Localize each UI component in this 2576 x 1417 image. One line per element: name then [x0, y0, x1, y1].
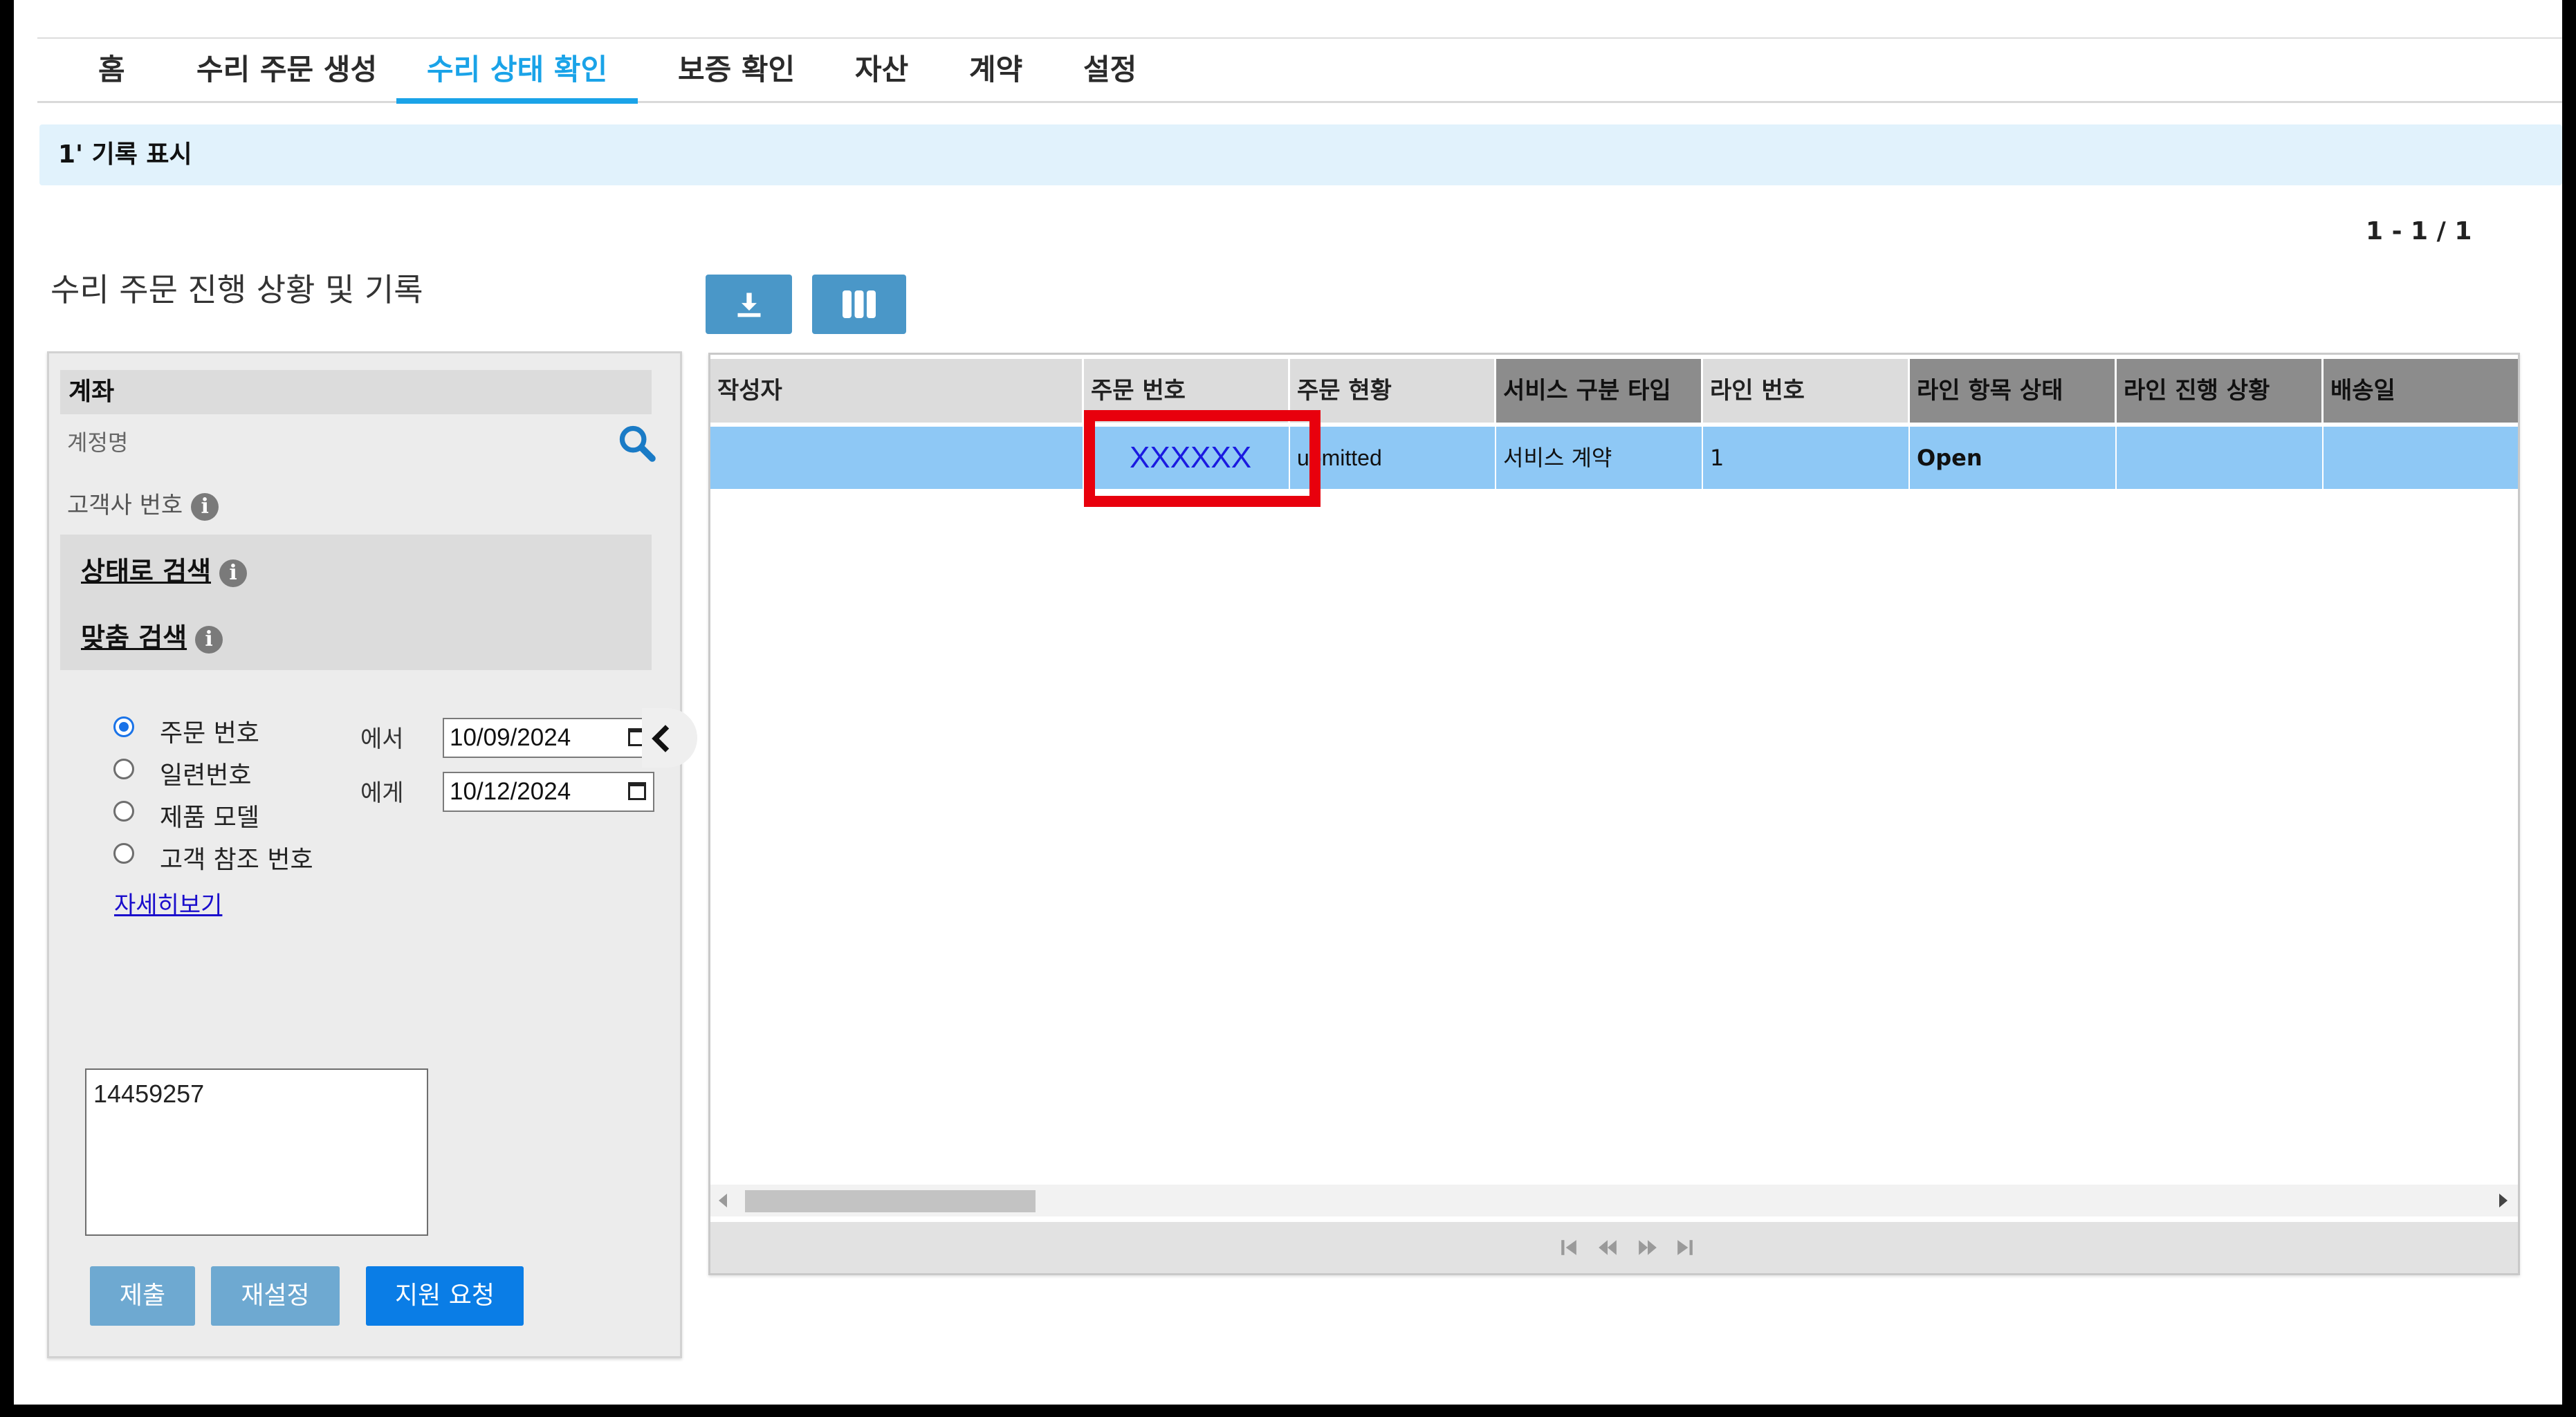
page-title: 수리 주문 진행 상황 및 기록: [50, 271, 423, 308]
customer-number-label: 고객사 번호: [67, 492, 183, 519]
table-row[interactable]: XXXXXX ubmitted 서비스 계약 1 Open: [710, 427, 2518, 489]
collapse-panel-button[interactable]: [642, 708, 697, 768]
column-header-ship-date[interactable]: 배송일: [2324, 359, 2518, 423]
first-page-icon[interactable]: [1560, 1239, 1578, 1257]
info-icon: i: [219, 559, 248, 587]
column-header-line-number[interactable]: 라인 번호: [1703, 359, 1908, 423]
columns-button[interactable]: [812, 275, 906, 334]
from-date-label: 에서: [360, 725, 404, 753]
download-button[interactable]: [706, 275, 792, 334]
grid-pagination: [710, 1222, 2518, 1273]
download-icon: [737, 293, 760, 317]
submit-button[interactable]: 제출: [90, 1266, 195, 1326]
scrollbar-thumb[interactable]: [745, 1190, 1036, 1212]
app-window: 홈 수리 주문 생성 수리 상태 확인 보증 확인 자산 계약 설정 1' 기록…: [14, 0, 2562, 1405]
filter-panel: 계좌 계정명 고객사 번호 i 상태로 검색 i 맞춤 검색 i 주문 번호 일련번호…: [47, 351, 682, 1358]
column-header-order-status[interactable]: 주문 현황: [1290, 359, 1494, 423]
tab-create-repair-order[interactable]: 수리 주문 생성: [196, 40, 377, 100]
cell-service-type: 서비스 계약: [1496, 427, 1703, 489]
account-header-label: 계좌: [68, 378, 115, 406]
column-header-line-progress[interactable]: 라인 진행 상황: [2117, 359, 2321, 423]
record-info-bar: 1' 기록 표시: [39, 124, 2562, 185]
from-date-value: 10/09/2024: [450, 724, 571, 751]
next-page-icon[interactable]: [1637, 1239, 1658, 1257]
cell-order-status: ubmitted: [1290, 427, 1496, 489]
radio-order-number[interactable]: [113, 716, 134, 737]
info-icon: i: [191, 492, 219, 521]
column-header-order-number[interactable]: 주문 번호: [1084, 359, 1288, 423]
support-request-button[interactable]: 지원 요청: [366, 1266, 524, 1326]
tab-contracts[interactable]: 계약: [969, 40, 1022, 100]
custom-search-link[interactable]: 맞춤 검색 i: [81, 616, 223, 654]
custom-search-label: 맞춤 검색: [81, 622, 187, 653]
tab-assets[interactable]: 자산: [855, 40, 908, 100]
radio-serial-number[interactable]: [113, 759, 134, 779]
to-date-label: 에게: [360, 779, 404, 807]
pager-summary: 1 - 1 / 1: [2366, 217, 2472, 246]
previous-page-icon[interactable]: [1597, 1239, 1618, 1257]
account-name-label: 계정명: [67, 429, 129, 456]
from-date-input[interactable]: 10/09/2024: [443, 718, 654, 758]
radio-product-model-label: 제품 모델: [160, 804, 259, 832]
to-date-value: 10/12/2024: [450, 778, 571, 805]
search-by-status-link[interactable]: 상태로 검색 i: [81, 550, 248, 588]
tab-warranty-check[interactable]: 보증 확인: [678, 40, 795, 100]
cell-ship-date: [2324, 427, 2518, 489]
tab-home[interactable]: 홈: [98, 40, 125, 100]
info-icon: i: [195, 625, 223, 654]
column-header-author[interactable]: 작성자: [710, 359, 1082, 423]
last-page-icon[interactable]: [1676, 1239, 1694, 1257]
tab-settings[interactable]: 설정: [1083, 40, 1137, 100]
columns-icon: [843, 290, 876, 318]
cell-order-number-link[interactable]: XXXXXX: [1084, 427, 1290, 489]
calendar-icon[interactable]: [628, 782, 646, 800]
to-date-input[interactable]: 10/12/2024: [443, 772, 654, 812]
record-count-text: 1' 기록 표시: [58, 140, 192, 169]
search-by-status-label: 상태로 검색: [81, 556, 212, 586]
main-nav: 홈 수리 주문 생성 수리 상태 확인 보증 확인 자산 계약 설정: [37, 40, 2562, 104]
tab-repair-status[interactable]: 수리 상태 확인: [396, 40, 638, 104]
cell-line-item-status: Open: [1910, 427, 2117, 489]
more-details-link[interactable]: 자세히보기: [114, 886, 222, 920]
chevron-left-icon: [652, 725, 670, 752]
search-icon[interactable]: [616, 423, 656, 463]
radio-customer-reference-label: 고객 참조 번호: [160, 846, 313, 874]
account-section-header: 계좌: [60, 370, 652, 414]
header-divider: [37, 37, 2562, 39]
scroll-right-icon[interactable]: [2498, 1194, 2508, 1207]
cell-line-number: 1: [1703, 427, 1910, 489]
orders-grid: 작성자 주문 번호 주문 현황 서비스 구분 타입 라인 번호 라인 항목 상태…: [708, 353, 2520, 1275]
cell-line-progress: [2117, 427, 2324, 489]
order-number-textarea[interactable]: 14459257: [85, 1068, 428, 1236]
horizontal-scrollbar[interactable]: [710, 1185, 2518, 1216]
radio-product-model[interactable]: [113, 801, 134, 822]
column-header-service-type[interactable]: 서비스 구분 타입: [1496, 359, 1701, 423]
radio-serial-number-label: 일련번호: [160, 761, 252, 790]
cell-author: [710, 427, 1084, 489]
search-options-section: 상태로 검색 i 맞춤 검색 i: [60, 535, 652, 670]
scroll-left-icon[interactable]: [719, 1194, 728, 1207]
column-header-line-item-status[interactable]: 라인 항목 상태: [1910, 359, 2115, 423]
radio-customer-reference[interactable]: [113, 843, 134, 864]
reset-button[interactable]: 재설정: [211, 1266, 340, 1326]
radio-order-number-label: 주문 번호: [160, 719, 259, 748]
customer-number-field[interactable]: 고객사 번호 i: [67, 486, 219, 521]
